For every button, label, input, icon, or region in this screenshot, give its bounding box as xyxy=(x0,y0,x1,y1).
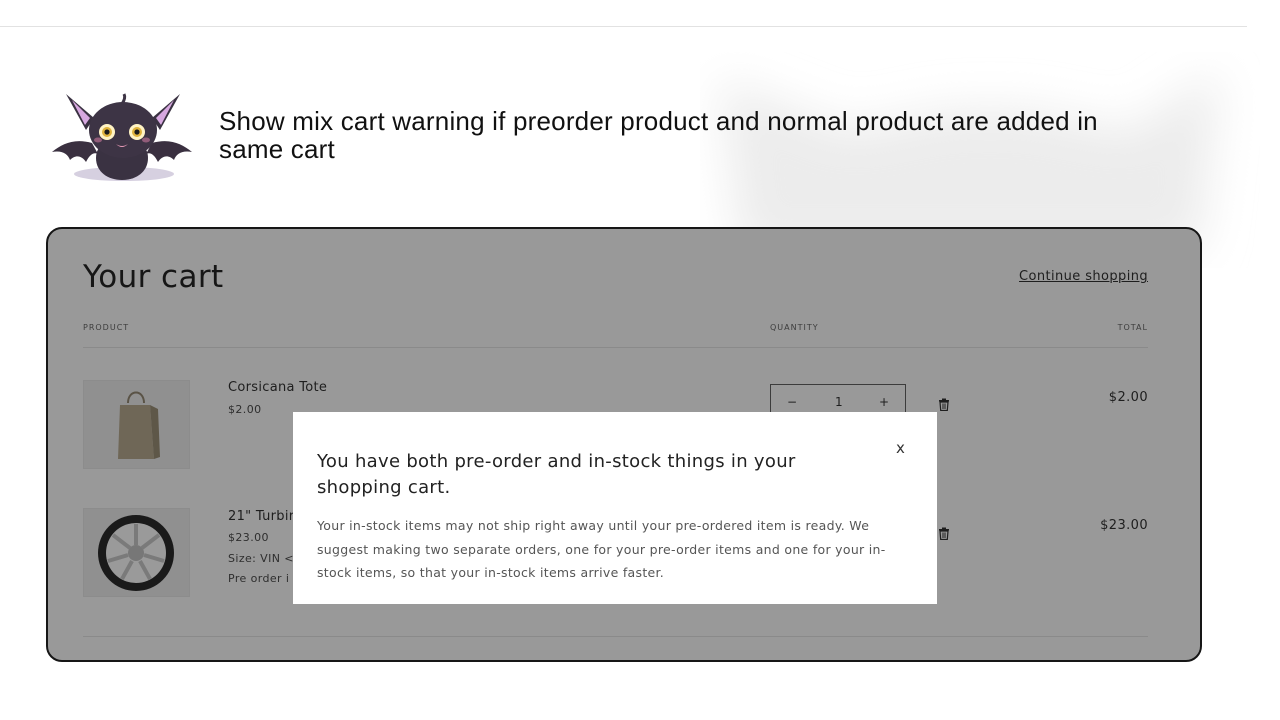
wheel-image xyxy=(98,515,174,591)
bat-mascot-logo xyxy=(52,93,192,181)
modal-close-button[interactable]: x xyxy=(896,439,905,457)
header-divider xyxy=(83,347,1148,348)
column-header-quantity: QUANTITY xyxy=(770,323,819,332)
feature-headline: Show mix cart warning if preorder produc… xyxy=(219,106,1098,164)
line-item-total: $2.00 xyxy=(1108,390,1148,405)
continue-shopping-link[interactable]: Continue shopping xyxy=(1019,269,1148,284)
top-divider xyxy=(0,26,1247,27)
quantity-value[interactable]: 1 xyxy=(835,395,843,409)
product-image-tote[interactable] xyxy=(83,380,190,469)
trash-icon[interactable] xyxy=(938,527,950,540)
line-item-total: $23.00 xyxy=(1100,518,1148,533)
modal-message: Your in-stock items may not ship right a… xyxy=(317,518,886,580)
mixed-cart-warning-modal: You have both pre-order and in-stock thi… xyxy=(293,412,937,604)
quantity-decrement-button[interactable]: − xyxy=(787,395,797,409)
product-image-wheel[interactable] xyxy=(83,508,190,597)
product-price: $2.00 xyxy=(228,403,262,416)
product-price: $23.00 xyxy=(228,531,269,544)
product-name[interactable]: Corsicana Tote xyxy=(228,380,327,395)
product-option: Size: VIN < xyxy=(228,552,294,565)
column-header-total: TOTAL xyxy=(1117,323,1148,332)
quantity-increment-button[interactable]: + xyxy=(879,395,889,409)
column-header-product: PRODUCT xyxy=(83,323,130,332)
product-name[interactable]: 21" Turbir xyxy=(228,509,294,524)
modal-title: You have both pre-order and in-stock thi… xyxy=(317,451,796,498)
trash-icon[interactable] xyxy=(938,398,950,411)
cart-title: Your cart xyxy=(83,259,224,295)
tote-bag-image xyxy=(118,391,160,459)
footer-divider xyxy=(83,636,1148,637)
preorder-note: Pre order i xyxy=(228,572,290,585)
